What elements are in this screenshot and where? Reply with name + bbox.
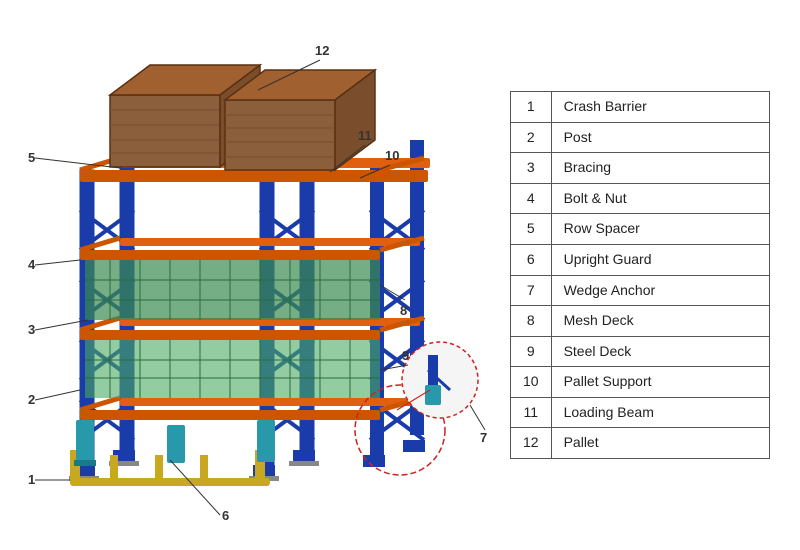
- part-name: Post: [551, 122, 769, 153]
- svg-text:9: 9: [402, 348, 409, 363]
- table-row: 7Wedge Anchor: [511, 275, 770, 306]
- table-row: 11Loading Beam: [511, 397, 770, 428]
- part-name: Bolt & Nut: [551, 183, 769, 214]
- table-row: 4Bolt & Nut: [511, 183, 770, 214]
- svg-text:4: 4: [28, 257, 36, 272]
- table-row: 8Mesh Deck: [511, 306, 770, 337]
- svg-text:6: 6: [222, 508, 229, 523]
- part-number: 4: [511, 183, 552, 214]
- part-number: 7: [511, 275, 552, 306]
- part-name: Bracing: [551, 153, 769, 184]
- svg-text:7: 7: [480, 430, 487, 445]
- part-number: 3: [511, 153, 552, 184]
- table-row: 5Row Spacer: [511, 214, 770, 245]
- svg-text:3: 3: [28, 322, 35, 337]
- table-row: 3Bracing: [511, 153, 770, 184]
- table-row: 10Pallet Support: [511, 367, 770, 398]
- part-number: 5: [511, 214, 552, 245]
- table-row: 6Upright Guard: [511, 244, 770, 275]
- part-number: 11: [511, 397, 552, 428]
- svg-text:1: 1: [28, 472, 35, 487]
- diagram-area: 1 2 3 4 5 6 7 8 9: [10, 10, 490, 540]
- part-number: 8: [511, 306, 552, 337]
- svg-text:8: 8: [400, 303, 407, 318]
- part-number: 6: [511, 244, 552, 275]
- parts-table: 1Crash Barrier2Post3Bracing4Bolt & Nut5R…: [510, 91, 770, 459]
- part-name: Upright Guard: [551, 244, 769, 275]
- table-row: 9Steel Deck: [511, 336, 770, 367]
- part-number: 2: [511, 122, 552, 153]
- table-row: 2Post: [511, 122, 770, 153]
- main-container: 1 2 3 4 5 6 7 8 9: [0, 0, 800, 550]
- part-name: Wedge Anchor: [551, 275, 769, 306]
- svg-text:10: 10: [385, 148, 399, 163]
- part-number: 12: [511, 428, 552, 459]
- table-row: 1Crash Barrier: [511, 91, 770, 122]
- part-number: 1: [511, 91, 552, 122]
- part-name: Steel Deck: [551, 336, 769, 367]
- parts-table-area: 1Crash Barrier2Post3Bracing4Bolt & Nut5R…: [490, 10, 790, 540]
- part-name: Pallet Support: [551, 367, 769, 398]
- part-number: 10: [511, 367, 552, 398]
- part-name: Mesh Deck: [551, 306, 769, 337]
- part-name: Pallet: [551, 428, 769, 459]
- part-number: 9: [511, 336, 552, 367]
- svg-text:2: 2: [28, 392, 35, 407]
- part-name: Loading Beam: [551, 397, 769, 428]
- svg-text:12: 12: [315, 43, 329, 58]
- part-name: Row Spacer: [551, 214, 769, 245]
- svg-text:11: 11: [358, 128, 372, 143]
- part-name: Crash Barrier: [551, 91, 769, 122]
- table-row: 12Pallet: [511, 428, 770, 459]
- svg-text:5: 5: [28, 150, 35, 165]
